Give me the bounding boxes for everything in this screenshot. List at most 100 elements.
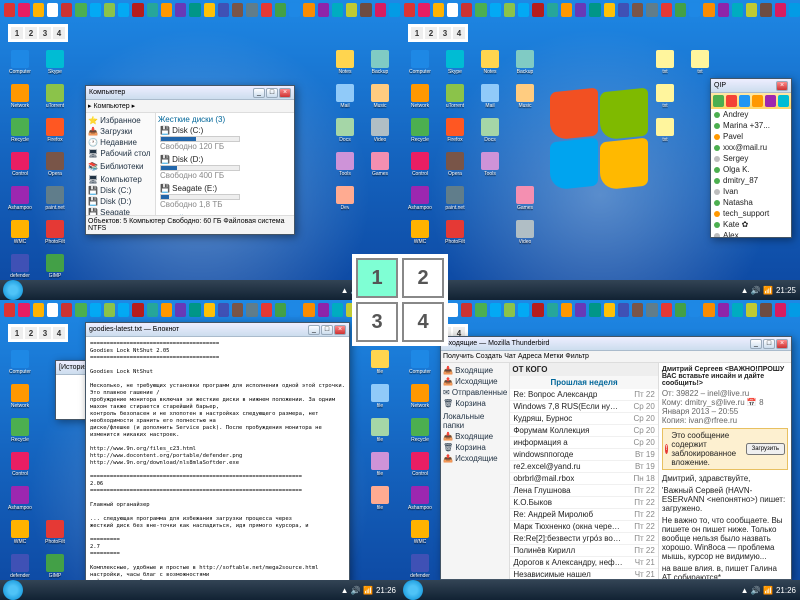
titlebar[interactable]: Входящие — Mozilla Thunderbird _□× [441,337,791,351]
desktop-icon[interactable]: Computer [405,350,435,375]
quicklaunch-icon[interactable] [447,303,458,317]
sidebar-item[interactable]: 🖥 Рабочий стол [88,148,153,159]
mail-toolbar[interactable]: Получить Создать Чат Адреса Метки Фильтр [441,351,791,363]
explorer-sidebar[interactable]: ⭐ Избранное📥 Загрузки🕐 Недавние🖥 Рабочий… [86,113,156,215]
quicklaunch-icon[interactable] [646,303,657,317]
titlebar[interactable]: QIP × [711,79,791,93]
mail-row[interactable]: Независимые нашелЧт 21 [510,569,657,579]
desktop-icon[interactable]: Opera [440,152,470,177]
start-button[interactable] [3,280,23,300]
clock[interactable]: 21:26 [376,586,396,595]
sidebar-item[interactable]: 🕐 Недавние [88,137,153,148]
quicklaunch-icon[interactable] [218,3,229,17]
quicklaunch-icon[interactable] [418,3,429,17]
tray-icons[interactable]: ▲ 🔊 📶 [341,586,373,595]
desktop-icon[interactable]: PhotoFilt [40,520,70,545]
desktop-icon[interactable]: Firefox [40,118,70,143]
mail-folder[interactable]: Локальные папки [443,411,507,431]
column-header[interactable]: ОТ КОГО [510,363,657,376]
desktop-icon[interactable]: file [365,452,395,477]
desktop-icon[interactable]: Backup [365,50,395,75]
clock[interactable]: 21:26 [776,586,796,595]
mail-row[interactable]: Windows 7,8 RUS(Если нужна помогу/скачат… [510,401,657,413]
contact-item[interactable]: Marina +37... [711,120,791,131]
quicklaunch-icon[interactable] [104,3,115,17]
quicklaunch-icon[interactable] [47,303,58,317]
mail-window[interactable]: Входящие — Mozilla Thunderbird _□× Получ… [440,336,792,580]
minimize-button[interactable]: _ [253,88,265,98]
desktop-icon[interactable]: GIMP [40,254,70,279]
desktop-icon[interactable]: GIMP [40,554,70,579]
picker-cell[interactable]: 4 [402,302,444,342]
desktop-icon[interactable]: Ashampoo [405,486,435,511]
mail-folders[interactable]: 📥 Входящие📤 Исходящие✉ Отправленные🗑 Кор… [441,363,510,579]
contact-item[interactable]: Ivan [711,186,791,197]
desktop-icon[interactable]: file [365,384,395,409]
desktop-icon[interactable]: PhotoFilt [440,220,470,245]
quicklaunch-icon[interactable] [618,3,629,17]
explorer-window[interactable]: Компьютер _□× ▸ Компьютер ▸ ⭐ Избранное📥… [85,85,295,235]
quicklaunch-icon[interactable] [318,303,329,317]
desktop-icon[interactable]: Computer [405,50,435,75]
quicklaunch-icon[interactable] [246,3,257,17]
desktop-icon[interactable]: defender [5,254,35,279]
quicklaunch-icon[interactable] [33,3,44,17]
desktop-icon[interactable]: Video [365,118,395,143]
desktop-icon[interactable]: Control [5,152,35,177]
contact-item[interactable]: tech_support [711,208,791,219]
quicklaunch-icon[interactable] [547,303,558,317]
mail-folder[interactable]: 📤 Исходящие [443,453,507,464]
quicklaunch-icon[interactable] [375,3,386,17]
mail-row[interactable]: re2.excel@yand.ruВт 19 [510,461,657,473]
quicklaunch-icon[interactable] [760,303,771,317]
quicklaunch-icon[interactable] [661,303,672,317]
im-toolbar-icon[interactable] [739,95,750,107]
quicklaunch-icon[interactable] [147,3,158,17]
quicklaunch-icon[interactable] [746,3,757,17]
taskbar[interactable]: ▲ 🔊 📶21:26 [400,580,800,600]
contact-item[interactable]: Alex [711,230,791,237]
mail-row[interactable]: obrbrl@mail.rboxПн 18 [510,473,657,485]
quicklaunch-icon[interactable] [746,303,757,317]
contact-item[interactable]: Pavel [711,131,791,142]
quicklaunch-icon[interactable] [518,3,529,17]
quicklaunch-icon[interactable] [18,303,29,317]
desktop-icon[interactable]: Notes [330,50,360,75]
mail-row[interactable]: Марк Тюхненко (окна через разделитель тр… [510,521,657,533]
mail-row[interactable]: Кудряш, БурносСр 20 [510,413,657,425]
picker-cell[interactable]: 1 [356,258,398,298]
quicklaunch-icon[interactable] [461,303,472,317]
desktop-icon[interactable]: Tools [330,152,360,177]
quicklaunch-icon[interactable] [232,303,243,317]
quicklaunch-icon[interactable] [532,303,543,317]
titlebar[interactable]: goodies-latest.txt — Блокнот _□× [86,323,349,337]
desktop-icon[interactable]: Opera [40,152,70,177]
quicklaunch-icon[interactable] [332,3,343,17]
desktop-icon[interactable]: Docs [475,118,505,143]
quicklaunch-icon[interactable] [289,303,300,317]
desktop-icon[interactable]: Games [510,186,540,211]
quicklaunch-icon[interactable] [518,303,529,317]
desktop-icon[interactable]: file [365,486,395,511]
desktop-icon[interactable]: Recycle [405,418,435,443]
quicklaunch-icon[interactable] [789,3,800,17]
mail-folder[interactable]: ✉ Отправленные [443,387,507,398]
quicklaunch-icon[interactable] [261,3,272,17]
desktop-icon[interactable]: Recycle [405,118,435,143]
desktop-icon[interactable]: Music [365,84,395,109]
quicklaunch-icon[interactable] [132,303,143,317]
quicklaunch-icon[interactable] [604,3,615,17]
desktop-icon[interactable]: Dev [330,186,360,211]
minimize-button[interactable]: _ [750,339,762,349]
mail-row[interactable]: Лена ГлушноваПт 22 [510,485,657,497]
quicklaunch-icon[interactable] [90,303,101,317]
desktop-icon[interactable]: WMC [5,520,35,545]
quicklaunch-icon[interactable] [75,3,86,17]
contact-item[interactable]: Kate ✿ [711,219,791,230]
desktop-icon[interactable]: Computer [5,350,35,375]
desktop-icon[interactable]: Tools [475,152,505,177]
desktop-icon[interactable]: uTorrent [440,84,470,109]
mail-row[interactable]: информация аСр 20 [510,437,657,449]
contact-item[interactable]: Sergey [711,153,791,164]
quicklaunch-icon[interactable] [404,3,415,17]
